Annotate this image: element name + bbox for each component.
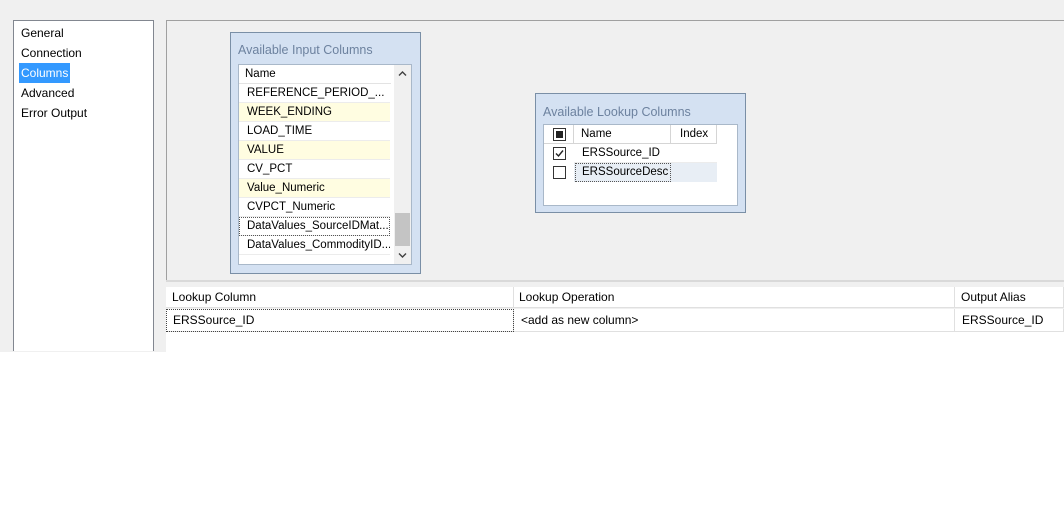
lookup-column-row[interactable]: ERSSourceDesc — [575, 163, 671, 182]
nav-item-general[interactable]: General — [19, 23, 66, 43]
input-column-row[interactable]: CV_PCT — [239, 160, 390, 179]
lookup-row-checkbox[interactable] — [553, 166, 566, 179]
input-column-row[interactable]: LOAD_TIME — [239, 122, 390, 141]
input-column-row[interactable]: DataValues_SourceIDMat... — [239, 217, 390, 236]
lookup-column-cell[interactable]: ERSSource_ID — [166, 309, 514, 332]
input-columns-list[interactable]: Name REFERENCE_PERIOD_... WEEK_ENDING LO… — [238, 64, 412, 265]
triangle-up-icon[interactable] — [394, 65, 411, 82]
page-navigation-list: General Connection Columns Advanced Erro… — [13, 20, 154, 351]
lookup-column-header[interactable]: Lookup Column — [166, 287, 514, 308]
output-alias-cell[interactable]: ERSSource_ID — [955, 309, 1064, 332]
lookup-index-cell — [671, 144, 717, 163]
nav-item-advanced[interactable]: Advanced — [19, 83, 76, 103]
lookup-columns-title: Available Lookup Columns — [543, 105, 691, 119]
select-all-checkbox[interactable] — [553, 128, 566, 141]
lookup-columns-list[interactable]: Name Index ERSSource_ID ERSSourceDesc — [543, 124, 738, 206]
lookup-operation-header[interactable]: Lookup Operation — [514, 287, 955, 308]
lookup-select-all-header — [544, 125, 574, 144]
grid-empty-area[interactable] — [166, 332, 1064, 352]
lookup-index-header[interactable]: Index — [671, 125, 717, 144]
nav-item-error-output[interactable]: Error Output — [19, 103, 89, 123]
input-column-row[interactable]: REFERENCE_PERIOD_... — [239, 84, 390, 103]
lookup-operation-cell[interactable]: <add as new column> — [514, 309, 955, 332]
column-mapping-grid[interactable]: Lookup Column Lookup Operation Output Al… — [166, 287, 1064, 337]
available-input-columns-window[interactable]: Available Input Columns Name REFERENCE_P… — [230, 32, 421, 274]
nav-item-columns[interactable]: Columns — [19, 63, 71, 83]
input-columns-title: Available Input Columns — [238, 43, 373, 57]
input-column-row[interactable]: CVPCT_Numeric — [239, 198, 390, 217]
input-columns-name-header[interactable]: Name — [239, 65, 391, 84]
lookup-column-row[interactable]: ERSSource_ID — [574, 144, 671, 163]
input-column-row[interactable]: WEEK_ENDING — [239, 103, 390, 122]
triangle-down-icon[interactable] — [394, 247, 411, 264]
available-lookup-columns-window[interactable]: Available Lookup Columns Name Index ERSS… — [535, 93, 746, 213]
input-column-row[interactable]: Value_Numeric — [239, 179, 390, 198]
nav-item-connection[interactable]: Connection — [19, 43, 84, 63]
lookup-row-checkbox[interactable] — [553, 147, 566, 160]
check-mark-icon — [555, 150, 564, 158]
input-column-row[interactable]: VALUE — [239, 141, 390, 160]
input-column-row[interactable]: DataValues_CommodityID... — [239, 236, 390, 255]
lookup-name-header[interactable]: Name — [574, 125, 671, 144]
input-columns-scrollbar[interactable] — [394, 65, 411, 264]
top-strip — [0, 0, 1064, 10]
scrollbar-thumb[interactable] — [395, 213, 410, 246]
designer-splitter[interactable] — [166, 280, 1064, 282]
output-alias-header[interactable]: Output Alias — [955, 287, 1064, 308]
